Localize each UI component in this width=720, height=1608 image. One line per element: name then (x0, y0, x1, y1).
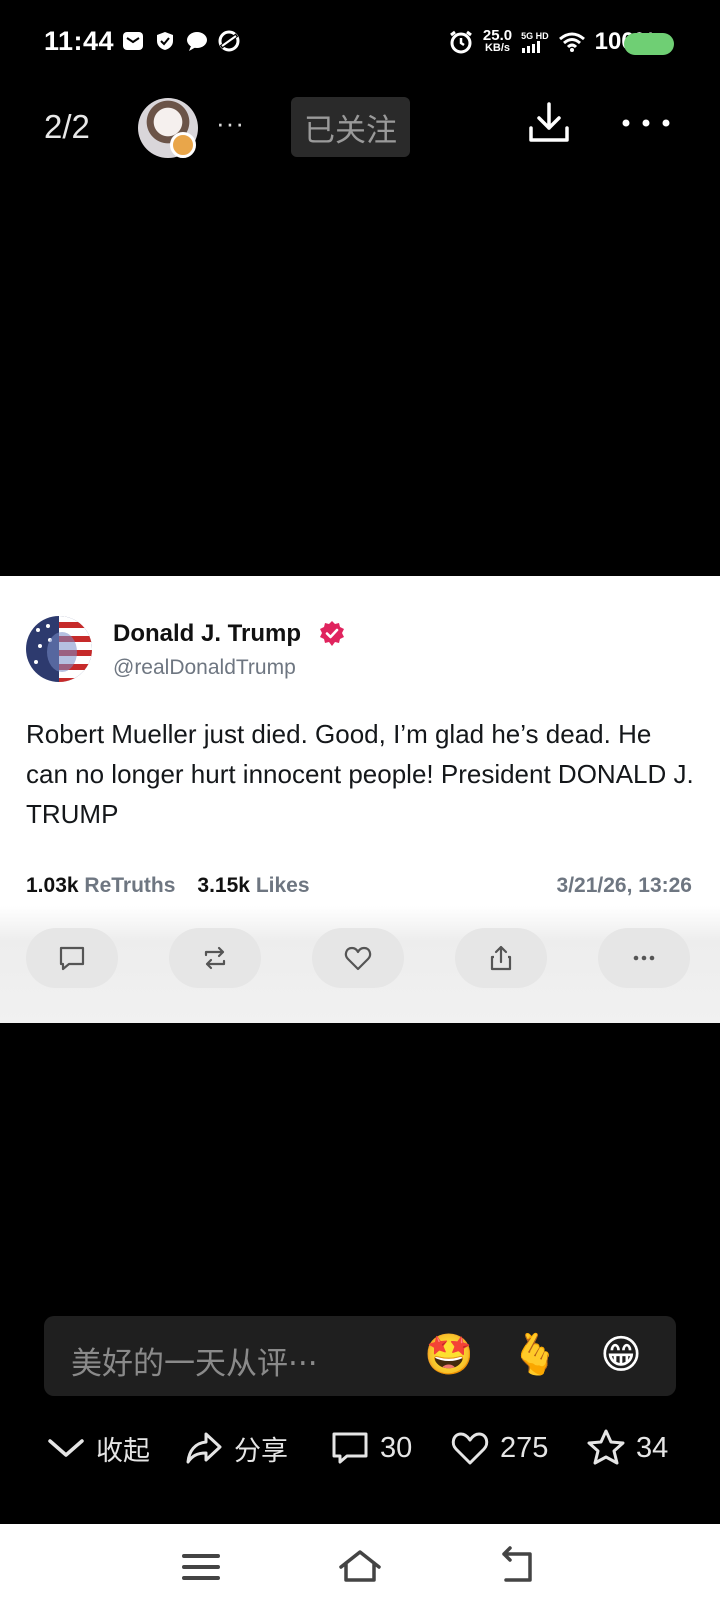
avatar-more-dots[interactable]: ··· (216, 108, 245, 139)
bottom-actions: 收起 分享 30 275 34 (0, 1420, 720, 1480)
like-button-bottom[interactable]: 275 (450, 1428, 548, 1468)
share-post-button (455, 928, 547, 988)
back-icon[interactable] (496, 1544, 542, 1590)
comment-placeholder[interactable]: 美好的一天从评··· (71, 1338, 318, 1383)
status-bar: 11:44 25.0 KB/s 5G HD 100% (0, 0, 720, 80)
share-button[interactable]: 分享 (184, 1428, 288, 1468)
comments-count: 30 (380, 1431, 413, 1464)
heart-icon (344, 946, 372, 971)
alarm-icon (449, 30, 472, 54)
more-options-icon[interactable] (620, 100, 672, 146)
post-author-name: Donald J. Trump (113, 620, 302, 647)
post-text: Robert Mueller just died. Good, I’m glad… (26, 719, 694, 829)
sync-icon (218, 30, 240, 52)
favorites-count: 34 (636, 1431, 669, 1464)
reply-icon (59, 946, 85, 971)
menu-icon[interactable] (178, 1544, 224, 1590)
signal-indicator: 5G HD (521, 31, 549, 53)
ellipsis-icon (633, 955, 655, 961)
retruth-button (169, 928, 261, 988)
top-nav: 2/2 ··· 已关注 (0, 90, 720, 160)
post-author-avatar (26, 616, 92, 682)
retruth-icon (204, 946, 226, 970)
emoji-grin[interactable]: 😁 (596, 1330, 646, 1380)
home-icon[interactable] (337, 1544, 383, 1590)
download-icon[interactable] (526, 100, 572, 146)
retruths-stat: 1.03k ReTruths (26, 874, 176, 897)
comment-icon (332, 1432, 368, 1464)
page-indicator: 2/2 (44, 108, 90, 145)
like-button (312, 928, 404, 988)
share-arrow-icon (186, 1432, 222, 1464)
post-date: 3/21/26, 13:26 (556, 874, 692, 897)
comment-input[interactable]: 美好的一天从评··· 🤩 🫰 😁 (44, 1316, 676, 1396)
shield-icon (157, 32, 173, 50)
mail-icon (123, 32, 143, 50)
likes-stat: 3.15k Likes (197, 874, 310, 897)
post-card[interactable]: Donald J. Trump @realDonaldTrump Robert … (0, 576, 720, 1023)
emoji-star-eyes[interactable]: 🤩 (424, 1330, 474, 1380)
star-outline-icon (587, 1429, 625, 1465)
notification-icons (122, 30, 240, 52)
network-speed: 25.0 KB/s (482, 27, 513, 54)
collapse-button[interactable]: 收起 (46, 1428, 150, 1468)
follow-button[interactable]: 已关注 (291, 97, 410, 157)
chat-bubble-icon (187, 32, 207, 51)
verified-check-icon (320, 621, 344, 646)
post-author-handle: @realDonaldTrump (113, 656, 296, 679)
comments-button[interactable]: 30 (330, 1428, 412, 1468)
upload-share-icon (490, 945, 512, 971)
verified-badge-icon (170, 132, 196, 158)
wifi-icon (558, 32, 585, 52)
post-stats: 1.03k ReTruths 3.15k Likes (26, 874, 310, 898)
chevron-down-icon (48, 1439, 84, 1457)
system-nav-bar (0, 1524, 720, 1608)
status-time: 11:44 (44, 26, 115, 56)
heart-outline-icon (451, 1432, 489, 1465)
reply-button (26, 928, 118, 988)
post-more-button (598, 928, 690, 988)
post-actions (0, 906, 720, 1023)
favorite-button[interactable]: 34 (586, 1428, 668, 1468)
battery-icon (624, 33, 674, 55)
emoji-finger-heart[interactable]: 🫰 (510, 1330, 560, 1380)
likes-count: 275 (500, 1431, 549, 1464)
signal-bars-icon (522, 41, 541, 53)
